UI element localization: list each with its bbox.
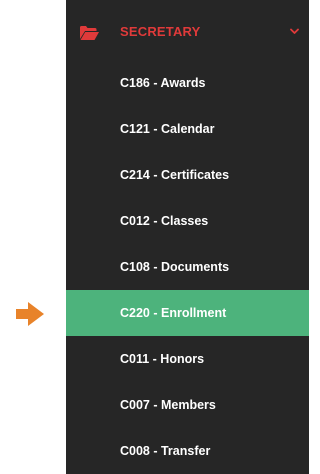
sidebar-item-label: C011 - Honors <box>120 352 205 366</box>
sidebar-item-honors[interactable]: C011 - Honors <box>66 336 309 382</box>
sidebar-item-enrollment[interactable]: C220 - Enrollment <box>66 290 309 336</box>
sidebar-item-label: C121 - Calendar <box>120 122 215 136</box>
sidebar-item-label: C214 - Certificates <box>120 168 230 182</box>
sidebar-item-label: C220 - Enrollment <box>120 306 227 320</box>
sidebar-item-label: C008 - Transfer <box>120 444 211 458</box>
arrow-right-shape <box>16 302 44 326</box>
sidebar-item-documents[interactable]: C108 - Documents <box>66 244 309 290</box>
sidebar-item-label: C186 - Awards <box>120 76 206 90</box>
sidebar-item-awards[interactable]: C186 - Awards <box>66 60 309 106</box>
folder-open-icon <box>80 26 99 40</box>
sidebar-item-label: C012 - Classes <box>120 214 209 228</box>
sidebar-item-label: C108 - Documents <box>120 260 230 274</box>
sidebar-item-certificates[interactable]: C214 - Certificates <box>66 152 309 198</box>
sidebar-section-secretary[interactable]: SECRETARY <box>66 12 309 52</box>
sidebar-item-members[interactable]: C007 - Members <box>66 382 309 428</box>
sidebar-section-label: SECRETARY <box>120 24 201 39</box>
sidebar-item-classes[interactable]: C012 - Classes <box>66 198 309 244</box>
arrow-right-icon <box>16 302 44 326</box>
sidebar-item-label: C007 - Members <box>120 398 216 412</box>
sidebar-item-calendar[interactable]: C121 - Calendar <box>66 106 309 152</box>
chevron-down-icon[interactable] <box>290 28 299 35</box>
sidebar-menu: C186 - Awards C121 - Calendar C214 - Cer… <box>66 60 309 474</box>
sidebar-item-transfer[interactable]: C008 - Transfer <box>66 428 309 474</box>
sidebar: SECRETARY C186 - Awards C121 - Calendar … <box>66 0 309 474</box>
